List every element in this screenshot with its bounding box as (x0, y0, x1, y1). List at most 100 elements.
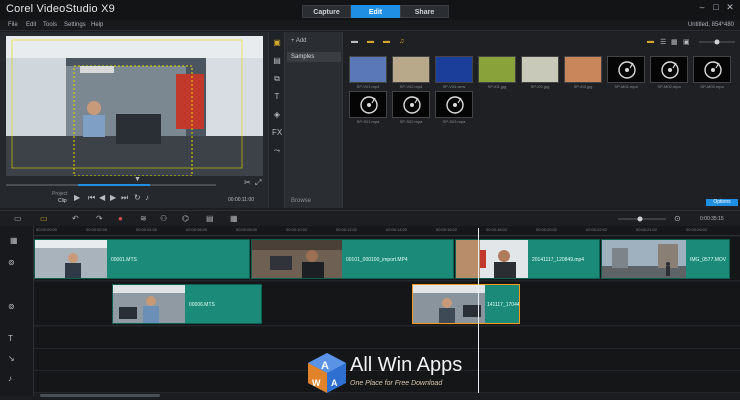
thumbnail-caption: SP-V02.mp4 (399, 84, 423, 89)
home-icon[interactable]: ⏮ (88, 193, 95, 203)
library-thumbnail[interactable] (478, 56, 516, 83)
library-thumbnail[interactable] (392, 91, 430, 118)
add-folder-button[interactable]: + Add (291, 38, 307, 44)
library-thumbnail[interactable] (693, 56, 731, 83)
redo-icon[interactable]: ↷ (96, 214, 103, 223)
trim-range[interactable] (78, 184, 150, 186)
next-icon[interactable]: ▶ (110, 193, 116, 202)
maximize-icon[interactable]: □ (710, 2, 722, 12)
folder-samples[interactable]: Samples (287, 52, 341, 62)
timecode[interactable]: 00:00:11:00 (228, 197, 254, 203)
video-clip[interactable]: IMG_0577.MOV (601, 239, 730, 279)
auto-music-icon[interactable]: ⚇ (160, 214, 167, 223)
add-label: Add (295, 38, 307, 44)
add-track-icon[interactable]: ▦ (10, 236, 18, 245)
project-duration: 0:00:35:15 (700, 216, 724, 222)
overlay-clip[interactable]: 00006.MTS (112, 284, 262, 324)
browse-button[interactable]: Browse (291, 198, 311, 204)
clip-mode-label[interactable]: Clip (58, 198, 67, 204)
menu-settings[interactable]: Settings (64, 20, 86, 31)
end-icon[interactable]: ⏭ (121, 193, 128, 203)
library-thumbnail[interactable] (564, 56, 602, 83)
library-thumbnail[interactable] (607, 56, 645, 83)
previous-icon[interactable]: ◀ (99, 193, 105, 202)
library-thumbnail[interactable] (349, 56, 387, 83)
menu-edit[interactable]: Edit (26, 20, 36, 31)
graphic-icon[interactable]: ◈ (272, 110, 282, 120)
menu-help[interactable]: Help (91, 20, 103, 31)
motion-tracking-icon[interactable]: ⌬ (182, 214, 189, 223)
fit-timeline-icon[interactable]: ⊙ (674, 214, 681, 223)
project-mode-label[interactable]: Project (52, 191, 68, 197)
details-icon[interactable]: ▣ (683, 38, 690, 46)
voice-track-icon[interactable]: ↘ (8, 354, 15, 363)
audio-disc-icon (661, 61, 679, 79)
close-icon[interactable]: ✕ (724, 2, 736, 13)
library-thumbnail[interactable] (392, 56, 430, 83)
zoom-slider[interactable] (618, 216, 666, 222)
library-thumbnail[interactable] (650, 56, 688, 83)
video-track-icon[interactable]: ⊚ (8, 258, 15, 267)
player-panel: ▼ Project Clip ▶ ⏮ ◀ ▶ ⏭ ↻ ♪ 00:00:11:00… (0, 32, 268, 208)
multicam-icon[interactable]: ▦ (230, 214, 238, 223)
video-clip[interactable]: 00001.MTS (34, 239, 250, 279)
video-clip[interactable]: 20141117_120849.mp4 (455, 239, 600, 279)
title-track[interactable] (34, 327, 740, 349)
overlay-clip-selected[interactable]: 141117_17044 (412, 284, 520, 324)
options-button[interactable]: Options (706, 199, 738, 206)
title-icon[interactable]: T (272, 92, 282, 102)
show-photos-icon[interactable]: ▬ (383, 38, 390, 45)
ruler-tick: 00:00:08:00 (236, 227, 258, 232)
subtitle-icon[interactable]: ▤ (206, 214, 214, 223)
ruler-tick: 00:00:26:02 (686, 227, 708, 232)
enlarge-icon[interactable]: ⤢ (255, 178, 261, 188)
tab-capture[interactable]: Capture (302, 5, 351, 18)
menu-tools[interactable]: Tools (43, 20, 57, 31)
folder-icon[interactable]: ▬ (351, 38, 358, 45)
volume-icon[interactable]: ♪ (145, 193, 149, 202)
preview-video[interactable] (6, 36, 263, 176)
play-icon[interactable]: ▶ (74, 193, 80, 202)
thumbnail-caption: SP-I01.jpg (487, 84, 507, 89)
timeline-scrollbar[interactable] (40, 394, 160, 397)
scrub-bar[interactable] (6, 180, 216, 190)
menu-file[interactable]: File (8, 20, 18, 31)
watermark-tagline: One Place for Free Download (350, 380, 443, 387)
audio-disc-icon (403, 96, 421, 114)
scrub-handle-icon[interactable]: ▼ (134, 176, 141, 183)
video-clip[interactable]: 00101_000100_import.MP4 (251, 239, 454, 279)
library-thumbnail[interactable] (435, 91, 473, 118)
media-icon[interactable]: ▣ (272, 38, 282, 48)
undo-icon[interactable]: ↶ (72, 214, 79, 223)
tab-edit[interactable]: Edit (351, 5, 400, 18)
path-icon[interactable]: ⤳ (272, 146, 282, 156)
repeat-icon[interactable]: ↻ (134, 193, 141, 202)
record-icon[interactable]: ● (118, 214, 123, 223)
list-view-icon[interactable]: ☰ (660, 38, 666, 46)
library-thumbnail[interactable] (435, 56, 473, 83)
playhead[interactable] (478, 228, 479, 393)
video-track[interactable]: 00001.MTS 00101_000100_import.MP4 201411… (34, 237, 740, 281)
thumbnail-size-slider[interactable] (699, 39, 735, 45)
mixer-icon[interactable]: ≋ (140, 214, 147, 223)
show-videos-icon[interactable]: ▬ (367, 38, 374, 45)
tab-share[interactable]: Share (400, 5, 449, 18)
transition-icon[interactable]: ⧉ (272, 74, 282, 84)
library-thumbnail[interactable] (521, 56, 559, 83)
timeline-ruler[interactable]: 00:00:00:00 00:00:02:00 00:00:04:00 00:00:0… (34, 226, 740, 236)
music-track-icon[interactable]: ♪ (8, 374, 12, 383)
filter-icon[interactable]: FX (272, 128, 282, 138)
overlay-track-icon[interactable]: ⊚ (8, 302, 15, 311)
title-track-icon[interactable]: T (8, 334, 13, 343)
overlay-track[interactable]: 00006.MTS 141117_17044 (34, 282, 740, 326)
storyboard-view-icon[interactable]: ▭ (14, 214, 22, 223)
ruler-tick: 00:00:22:02 (586, 227, 608, 232)
thumbnail-view-icon[interactable]: ▦ (671, 38, 678, 46)
minimize-icon[interactable]: – (696, 2, 708, 12)
timeline-view-icon[interactable]: ▭ (40, 214, 48, 223)
split-icon[interactable]: ✂ (244, 178, 251, 187)
sort-icon[interactable]: ▬ (647, 38, 654, 45)
show-audio-icon[interactable]: ♫ (399, 38, 404, 45)
instant-project-icon[interactable]: ▤ (272, 56, 282, 66)
library-thumbnail[interactable] (349, 91, 387, 118)
